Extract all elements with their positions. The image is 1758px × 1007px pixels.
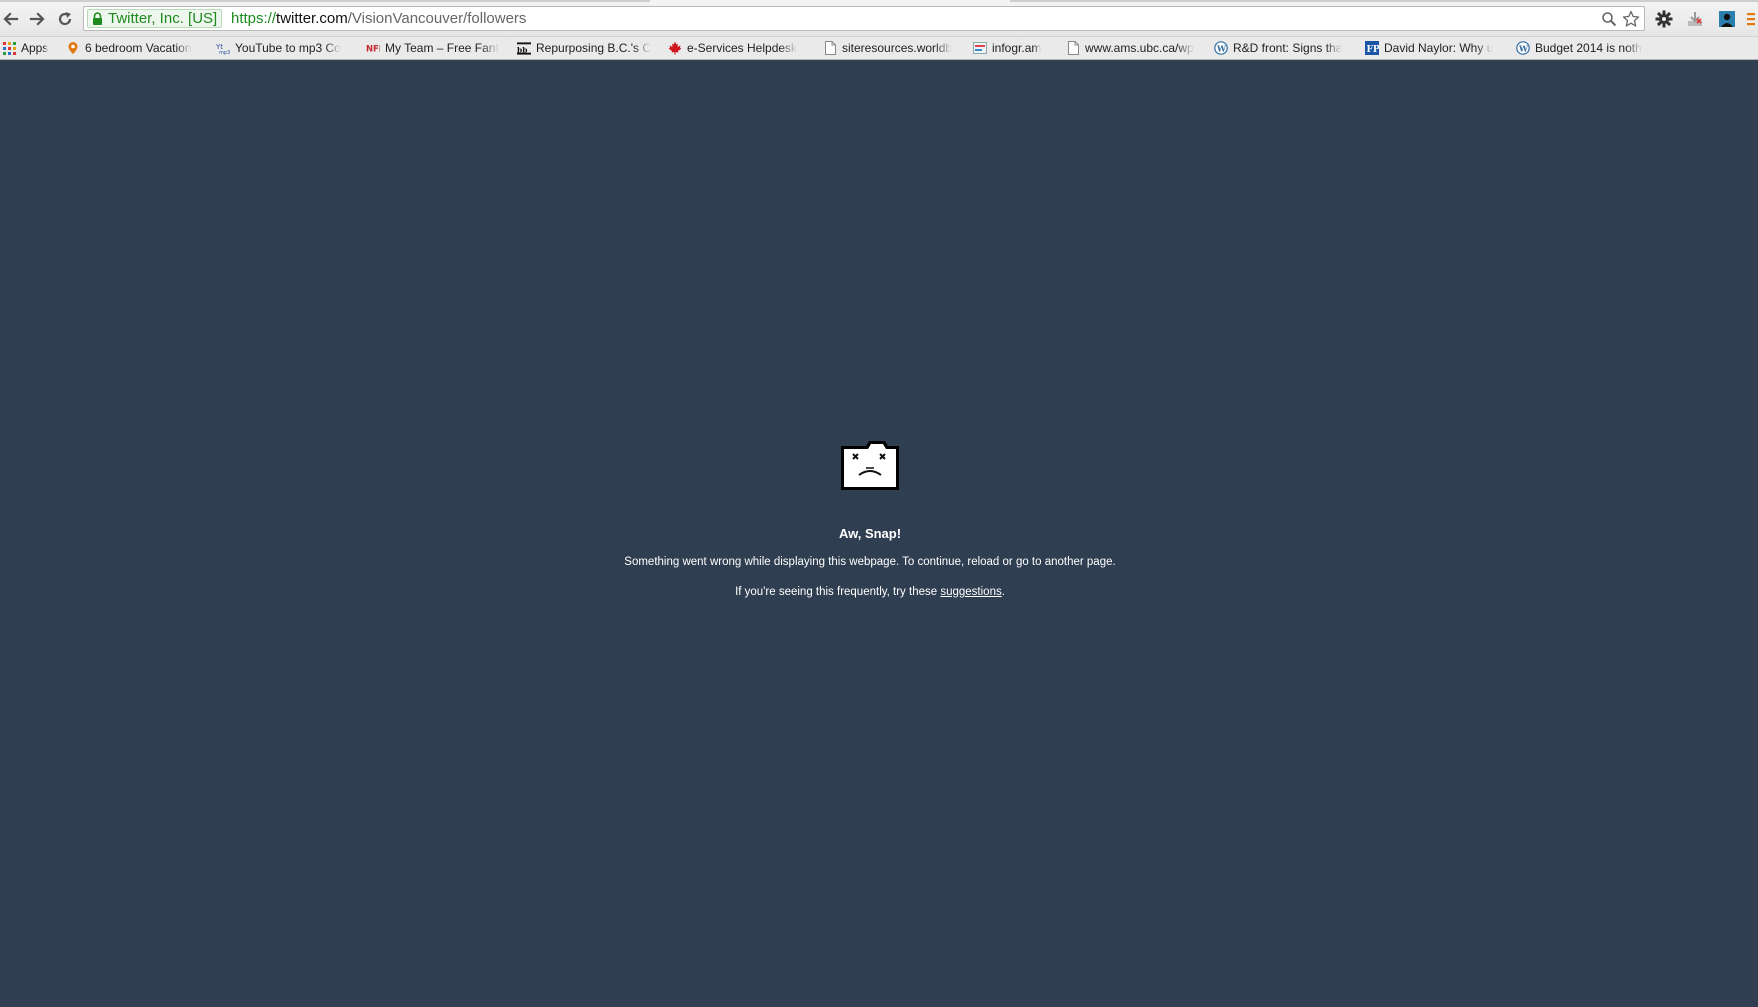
ev-certificate-label: Twitter, Inc. [US] xyxy=(108,10,218,27)
svg-text:W: W xyxy=(1518,44,1529,54)
sad-tab-help: If you're seeing this frequently, try th… xyxy=(0,586,1740,598)
newspaper-icon: bb xyxy=(517,41,531,55)
mp3-icon: Yt mp3 xyxy=(216,41,230,55)
bookmark-label: e-Services Helpdesk xyxy=(687,41,798,55)
bookmark-my-team-free-fantasy[interactable]: NFL My Team – Free Fant xyxy=(366,37,502,59)
tab-strip-edge xyxy=(0,0,1758,2)
star-icon xyxy=(1622,10,1640,27)
bookmark-label: Apps xyxy=(21,41,49,55)
bookmark-budget-2014[interactable]: W Budget 2014 is noth xyxy=(1516,37,1652,59)
bookmark-youtube-to-mp3[interactable]: Yt mp3 YouTube to mp3 Co xyxy=(216,37,350,59)
page-icon xyxy=(1066,41,1080,55)
ev-certificate-badge[interactable]: Twitter, Inc. [US] xyxy=(87,9,223,28)
download-extension-button[interactable] xyxy=(1684,8,1706,30)
maple-leaf-icon xyxy=(668,41,682,55)
incognito-profile-icon xyxy=(1719,11,1735,27)
bookmark-6-bedroom-vacation[interactable]: 6 bedroom Vacation xyxy=(66,37,198,59)
bookmark-rd-front[interactable]: W R&D front: Signs tha xyxy=(1214,37,1348,59)
help-suffix: . xyxy=(1001,586,1005,598)
sad-tab-message: Something went wrong while displaying th… xyxy=(624,556,1116,568)
apps-grid-icon xyxy=(2,41,16,55)
extension-settings-button[interactable] xyxy=(1653,8,1675,30)
sad-tab-title: Aw, Snap! xyxy=(838,526,902,541)
address-bar[interactable]: Twitter, Inc. [US] https://twitter.com/V… xyxy=(83,6,1645,31)
download-tray-icon xyxy=(1688,12,1702,26)
wordpress-icon: W xyxy=(1516,41,1530,55)
wordpress-icon: W xyxy=(1214,41,1228,55)
svg-text:FP: FP xyxy=(1367,45,1380,55)
bookmark-siteresources-worldbank[interactable]: siteresources.worldb xyxy=(823,37,954,59)
reload-icon xyxy=(58,12,72,26)
svg-text:mp3: mp3 xyxy=(219,50,230,55)
bookmark-label: Repurposing B.C.'s C xyxy=(536,41,652,55)
forward-button[interactable] xyxy=(26,8,48,30)
bookmark-star-button[interactable] xyxy=(1621,10,1641,28)
svg-text:NFL: NFL xyxy=(366,44,380,54)
reload-button[interactable] xyxy=(54,8,76,30)
bookmark-label: Budget 2014 is noth xyxy=(1535,41,1642,55)
sad-folder-icon xyxy=(841,441,899,490)
bookmark-label: My Team – Free Fant xyxy=(385,41,499,55)
bookmark-infogr-am[interactable]: infogr.am xyxy=(973,37,1053,59)
bookmark-label: R&D front: Signs tha xyxy=(1233,41,1343,55)
back-arrow-icon xyxy=(3,12,19,26)
bookmark-label: David Naylor: Why u xyxy=(1384,41,1494,55)
url-scheme: https:// xyxy=(231,10,277,27)
lock-icon xyxy=(93,12,102,25)
nfl-icon: NFL xyxy=(366,41,380,55)
suggestions-link[interactable]: suggestions xyxy=(940,586,1001,598)
chrome-menu-button[interactable] xyxy=(1742,8,1758,30)
bookmark-label: 6 bedroom Vacation xyxy=(85,41,192,55)
profile-extension-button[interactable] xyxy=(1716,8,1738,30)
url-text[interactable]: https://twitter.com/VisionVancouver/foll… xyxy=(231,10,526,27)
page-icon xyxy=(823,41,837,55)
url-path: /VisionVancouver/followers xyxy=(347,10,527,27)
bookmark-label: siteresources.worldb xyxy=(842,41,953,55)
bookmark-e-services-helpdesk[interactable]: e-Services Helpdesk xyxy=(668,37,806,59)
gear-icon xyxy=(1655,10,1673,28)
bookmark-david-naylor[interactable]: FP David Naylor: Why u xyxy=(1365,37,1501,59)
bookmark-repurposing-bc[interactable]: bb Repurposing B.C.'s C xyxy=(517,37,653,59)
bookmarks-bar: Apps 6 bedroom Vacation Yt mp3 YouTube to… xyxy=(0,37,1758,60)
forward-arrow-icon xyxy=(29,12,45,26)
bookmark-label: YouTube to mp3 Co xyxy=(235,41,341,55)
fp-icon: FP xyxy=(1365,41,1379,55)
zoom-search-button[interactable] xyxy=(1599,10,1619,28)
location-pin-icon xyxy=(66,41,80,55)
svg-text:W: W xyxy=(1216,44,1227,54)
back-button[interactable] xyxy=(0,8,22,30)
url-host: twitter.com xyxy=(276,10,348,27)
active-tab-edge xyxy=(650,0,1010,2)
hamburger-menu-icon xyxy=(1747,13,1755,26)
infogram-icon xyxy=(973,41,987,55)
magnifier-icon xyxy=(1602,12,1617,27)
bookmark-label: infogr.am xyxy=(992,41,1042,55)
bookmark-ams-ubc[interactable]: www.ams.ubc.ca/wp xyxy=(1066,37,1200,59)
bookmark-label: www.ams.ubc.ca/wp xyxy=(1085,41,1194,55)
browser-toolbar: Twitter, Inc. [US] https://twitter.com/V… xyxy=(0,0,1758,37)
bookmark-apps[interactable]: Apps xyxy=(2,37,52,59)
help-prefix: If you're seeing this frequently, try th… xyxy=(735,586,941,598)
